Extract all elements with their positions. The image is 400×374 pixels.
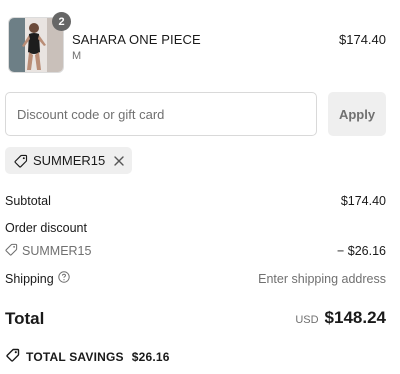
product-variant: M (72, 50, 82, 62)
subtotal-value: $174.40 (340, 194, 386, 208)
shipping-value: Enter shipping address (258, 271, 386, 286)
discount-code-row: SUMMER15 − $26.16 (5, 243, 386, 259)
discount-code-input[interactable] (6, 93, 316, 135)
line-item: 2 SAHARA ONE PIECE M $174.40 (6, 12, 396, 75)
help-icon[interactable] (57, 271, 70, 286)
discount-value: − $26.16 (336, 244, 386, 258)
total-currency: USD (295, 314, 319, 326)
subtotal-row: Subtotal $174.40 (5, 194, 386, 208)
discount-code-label: SUMMER15 (22, 244, 92, 258)
total-savings: TOTAL SAVINGS $26.16 (6, 348, 170, 365)
product-name: SAHARA ONE PIECE (72, 32, 201, 47)
total-label: Total (5, 309, 45, 328)
order-discount-row: Order discount (5, 221, 386, 235)
product-price: $174.40 (339, 32, 386, 47)
savings-label: TOTAL SAVINGS (26, 349, 124, 364)
remove-code-icon[interactable] (114, 155, 124, 166)
product-thumbnail: 2 (8, 12, 71, 73)
quantity-badge: 2 (52, 12, 71, 31)
savings-amount: $26.16 (131, 349, 170, 364)
shipping-row: Shipping Enter shipping address (5, 271, 386, 286)
tag-icon (6, 348, 20, 365)
tag-icon (5, 243, 18, 259)
total-amount-group: USD $148.24 (295, 308, 386, 328)
applied-code-label: SUMMER15 (33, 153, 106, 168)
total-amount: $148.24 (324, 308, 386, 327)
tag-icon (14, 154, 28, 168)
discount-field[interactable] (5, 92, 317, 136)
order-discount-label: Order discount (5, 221, 87, 235)
apply-button[interactable]: Apply (328, 92, 386, 136)
applied-discount-chip: SUMMER15 (5, 147, 133, 174)
shipping-label: Shipping (5, 271, 54, 286)
subtotal-label: Subtotal (5, 194, 51, 208)
